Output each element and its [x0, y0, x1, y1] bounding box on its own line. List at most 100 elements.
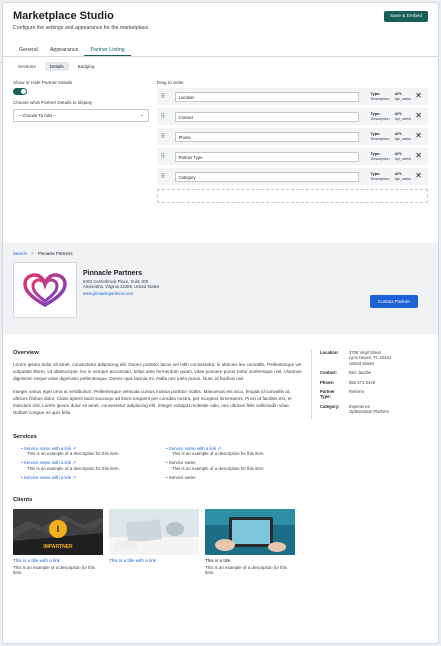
fact-value: 850-271-2449 — [349, 379, 376, 385]
service-link[interactable]: Service name with a link — [169, 446, 216, 451]
drag-handle-icon[interactable]: ⠿ — [161, 153, 171, 160]
field-type: Type: Description — [371, 152, 390, 161]
services-section: Services • Service name with a link ↗ Thi… — [3, 434, 438, 481]
type-label: Type: — [370, 132, 381, 136]
partner-logo — [13, 262, 77, 318]
drag-row[interactable]: ⠿ Partner Type Type: Description API: api_nam… — [156, 148, 428, 165]
pinnacle-logo-icon — [23, 273, 67, 307]
choose-details-select[interactable]: -- Choose To Add -- ⌄ — [13, 109, 149, 122]
close-icon[interactable]: ✕ — [415, 171, 422, 180]
svg-text:I: I — [57, 524, 60, 534]
subtab-sections[interactable]: Sections — [13, 62, 41, 71]
client-title-link[interactable]: This is a title with a link — [13, 558, 103, 563]
fact-value: 3706 Virgil Street Lynn Haven, FL 32444 … — [349, 350, 391, 366]
details-settings: Show or Hide Partner Details Choose what… — [3, 76, 438, 234]
service-link[interactable]: Service name with a link — [24, 446, 71, 451]
service-item[interactable]: • Service name with a link ↗ This is an e… — [21, 446, 166, 457]
breadcrumb-search-link[interactable]: Search — [13, 251, 27, 256]
choose-label: Choose what Partner Details to display — [13, 100, 93, 105]
tab-appearance[interactable]: Appearance — [44, 43, 85, 56]
field-api: API: api_name — [395, 172, 412, 181]
client-card: I IMPARTNER This is a title with a link … — [13, 508, 103, 576]
api-label: API: — [394, 132, 403, 136]
service-name: Service name — [168, 475, 196, 481]
api-value: api_name — [394, 176, 412, 181]
api-value: api_name — [394, 116, 412, 121]
type-value: Description — [370, 176, 390, 181]
client-description: This is an example of a description for … — [13, 564, 95, 576]
fact-partner-type: Partner Type: Referrer — [320, 389, 428, 400]
drag-handle-icon[interactable]: ⠿ — [161, 93, 171, 100]
api-label: API: — [394, 152, 403, 156]
drag-row[interactable]: ⠿ Contact Type: Description API: api_name ✕ — [156, 108, 428, 125]
service-item[interactable]: • Service name with a link ↗ — [21, 475, 166, 480]
settings-left-column: Show or Hide Partner Details Choose what… — [13, 76, 151, 234]
close-icon[interactable]: ✕ — [415, 111, 422, 120]
clients-list: I IMPARTNER This is a title with a link … — [13, 508, 430, 576]
fact-label: Partner Type: — [320, 389, 349, 400]
client-title-link[interactable]: This is a title with a link — [109, 558, 199, 563]
drag-handle-icon[interactable]: ⠿ — [161, 133, 171, 140]
field-name-input[interactable]: Contact — [174, 111, 359, 122]
tab-partner-listing[interactable]: Partner Listing — [84, 43, 131, 56]
save-embed-button[interactable]: Save & Embed — [384, 11, 428, 22]
subtab-badging[interactable]: Badging — [73, 62, 100, 71]
app-frame: Marketplace Studio Configure the setting… — [2, 2, 439, 644]
close-icon[interactable]: ✕ — [415, 151, 422, 160]
service-item[interactable]: • Service name with a link ↗ This is an e… — [166, 446, 316, 457]
field-type: Type: Description — [371, 172, 390, 181]
address-line-2: Alexandria, Virginia 22308, United State… — [83, 284, 160, 290]
partner-header-panel: Search > Pinnacle Partners Pinnacle Part… — [3, 243, 438, 334]
select-value: -- Choose To Add -- — [18, 113, 56, 118]
field-api: API: api_name — [395, 92, 412, 101]
partner-facts: Location: 3706 Virgil Street Lynn Haven,… — [311, 350, 428, 419]
drag-handle-icon[interactable]: ⠿ — [161, 173, 171, 180]
services-list: • Service name with a link ↗ This is an e… — [13, 446, 430, 481]
field-type: Type: Description — [371, 112, 390, 121]
field-name-input[interactable]: Phone — [174, 131, 359, 142]
subtab-details[interactable]: Details — [44, 62, 69, 71]
fact-label: Contact: — [320, 370, 337, 376]
breadcrumb: Search > Pinnacle Partners — [13, 251, 430, 256]
fact-value: Experience Optimization Platform — [349, 404, 389, 415]
service-description: This is an example of a description for … — [172, 465, 265, 471]
client-card: This is a title with a link — [109, 508, 199, 576]
breadcrumb-current: Pinnacle Partners — [37, 251, 73, 256]
service-link[interactable]: Service name with a link — [24, 460, 71, 465]
client-image — [109, 508, 199, 555]
partner-website-link[interactable]: www.pinnaclepartners.com — [83, 291, 159, 296]
field-type: Type: Description — [371, 92, 390, 101]
main-tabs: General Appearance Partner Listing — [3, 43, 438, 57]
client-title: This is a title — [205, 557, 231, 563]
service-link[interactable]: Service name with a link — [24, 475, 71, 480]
page-subtitle: Configure the settings and appearance fo… — [13, 25, 150, 31]
service-item[interactable]: • Service name with a link ↗ This is an e… — [21, 460, 166, 471]
service-description: This is an example of a description for … — [172, 451, 265, 457]
contact-partner-button[interactable]: Contact Partner — [369, 295, 418, 308]
drag-row[interactable]: ⠿ Category Type: Description API: api_name ✕ — [156, 168, 428, 185]
field-name-input[interactable]: Location — [174, 91, 359, 102]
field-name-input[interactable]: Category — [174, 171, 359, 182]
service-name: Service name — [168, 460, 196, 466]
api-value: api_name — [394, 156, 412, 161]
page-title: Marketplace Studio — [13, 10, 114, 22]
fact-category: Category: Experience Optimization Platfo… — [320, 404, 428, 415]
client-card: This is a title This is an example of a … — [205, 508, 295, 576]
field-type: Type: Description — [371, 132, 390, 141]
fact-label-line: Type: — [320, 394, 331, 400]
partner-preview: Search > Pinnacle Partners Pinnacle Part… — [3, 243, 438, 643]
api-label: API: — [394, 92, 403, 96]
close-icon[interactable]: ✕ — [415, 91, 422, 100]
field-name-input[interactable]: Partner Type — [174, 151, 359, 162]
drag-order-list: Drag to order ⠿ Location Type: Description A… — [156, 76, 428, 234]
client-badge-text: IMPARTNER — [43, 544, 73, 550]
show-details-toggle[interactable] — [13, 88, 27, 95]
close-icon[interactable]: ✕ — [415, 131, 422, 140]
tab-general[interactable]: General — [13, 43, 44, 56]
partner-name: Pinnacle Partners — [83, 270, 143, 277]
drag-row[interactable]: ⠿ Location Type: Description API: api_name ✕ — [156, 88, 428, 105]
drag-row[interactable]: ⠿ Phone Type: Description API: api_name ✕ — [156, 128, 428, 145]
fact-contact: Contact: Ben Jacobs — [320, 370, 428, 375]
drag-handle-icon[interactable]: ⠿ — [161, 113, 171, 120]
drop-zone[interactable] — [156, 189, 428, 203]
